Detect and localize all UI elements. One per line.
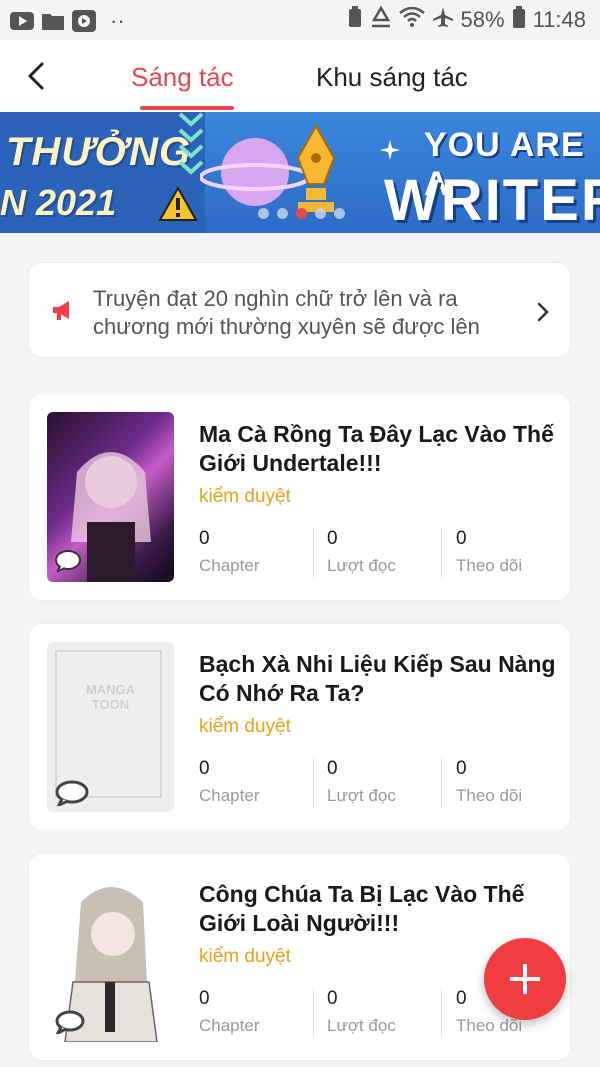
stat-label: Chapter (199, 1016, 260, 1035)
stat-value: 0 (456, 758, 467, 779)
placeholder-frame (55, 650, 162, 798)
stat-label: Lượt đọc (327, 1016, 396, 1035)
stat-value: 0 (327, 758, 338, 779)
story-status: kiểm duyệt (199, 486, 291, 507)
story-status: kiểm duyệt (199, 946, 291, 967)
pen-trophy-icon (296, 124, 336, 212)
stat-value: 0 (199, 988, 210, 1009)
stat-divider (313, 528, 314, 578)
battery-level: 58% (460, 7, 505, 32)
back-arrow-icon (28, 62, 44, 90)
stat-reads: 0 Lượt đọc (327, 758, 447, 806)
story-cover-image (47, 872, 174, 1042)
banner-year-text: N 2021 (0, 182, 117, 223)
story-title: Công Chúa Ta Bị Lạc Vào Thế Giới Loài Ng… (199, 881, 525, 936)
wifi-icon (398, 6, 425, 33)
story-card[interactable]: Ma Cà Rồng Ta Đây Lạc Vào Thế Giới Under… (28, 393, 571, 601)
warning-icon (158, 186, 198, 221)
stat-label: Theo dõi (456, 786, 523, 805)
pagination-dot[interactable] (334, 208, 345, 219)
story-stats: 0 Chapter 0 Lượt đọc 0 Theo dõi (199, 528, 559, 578)
comment-bubble-icon (55, 780, 89, 811)
comment-bubble-icon (55, 550, 81, 577)
folder-icon (42, 12, 64, 30)
stat-value: 0 (199, 758, 210, 779)
stat-label: Theo dõi (456, 556, 523, 575)
banner-pagination (258, 208, 345, 219)
stat-value: 0 (456, 528, 467, 549)
tab-khu-sang-tac[interactable]: Khu sáng tác (316, 62, 468, 93)
status-bar: ·· 58% 11:48 (0, 0, 600, 40)
app-header: Sáng tác Khu sáng tác (0, 40, 600, 112)
battery-saver-icon (347, 6, 363, 34)
banner-reward-text: THƯỞNG (6, 130, 192, 174)
stat-chapters: 0 Chapter (199, 528, 319, 576)
stat-follows: 0 Theo dõi (456, 528, 576, 576)
stat-follows: 0 Theo dõi (456, 758, 576, 806)
stat-value: 0 (327, 988, 338, 1009)
chevron-right-icon (535, 301, 551, 328)
stat-divider (313, 758, 314, 808)
star-icon (380, 140, 400, 160)
pagination-dot[interactable] (277, 208, 288, 219)
banner-writer-text: WRITER (384, 168, 600, 233)
more-notifications-indicator: ·· (110, 8, 125, 33)
story-cover-image (47, 412, 174, 582)
placeholder-logo-line1: MANGA (85, 682, 136, 697)
tab-sang-tac[interactable]: Sáng tác (131, 62, 234, 93)
back-button[interactable] (20, 58, 56, 94)
placeholder-logo: MANGA TOON (47, 682, 174, 712)
megaphone-icon (51, 299, 75, 326)
stat-chapters: 0 Chapter (199, 988, 319, 1036)
stat-label: Chapter (199, 556, 260, 575)
plus-icon (510, 964, 540, 999)
airplane-icon (432, 6, 454, 34)
stat-value: 0 (199, 528, 210, 549)
story-title: Bạch Xà Nhi Liệu Kiếp Sau Nàng Có Nhớ Ra… (199, 651, 556, 706)
story-status: kiểm duyệt (199, 716, 291, 737)
stat-divider (441, 988, 442, 1038)
stat-divider (441, 528, 442, 578)
stat-label: Lượt đọc (327, 556, 396, 575)
battery-icon (512, 6, 526, 34)
placeholder-logo-line2: TOON (91, 697, 130, 712)
stat-value: 0 (327, 528, 338, 549)
story-cover-placeholder: MANGA TOON (47, 642, 174, 812)
pagination-dot[interactable] (258, 208, 269, 219)
story-stats: 0 Chapter 0 Lượt đọc 0 Theo dõi (199, 758, 559, 808)
stat-reads: 0 Lượt đọc (327, 988, 447, 1036)
stat-label: Lượt đọc (327, 786, 396, 805)
story-title: Ma Cà Rồng Ta Đây Lạc Vào Thế Giới Under… (199, 421, 554, 476)
notice-text: Truyện đạt 20 nghìn chữ trở lên và ra ch… (93, 286, 480, 339)
notice-card[interactable]: Truyện đạt 20 nghìn chữ trở lên và ra ch… (28, 262, 571, 358)
create-story-fab[interactable] (484, 938, 566, 1020)
recycle-icon (370, 5, 392, 34)
stat-divider (441, 758, 442, 808)
pagination-dot-active[interactable] (296, 208, 307, 219)
comment-bubble-icon (54, 1010, 85, 1039)
stat-reads: 0 Lượt đọc (327, 528, 447, 576)
story-card[interactable]: MANGA TOON Bạch Xà Nhi Liệu Kiếp Sau Nàn… (28, 623, 571, 831)
stat-chapters: 0 Chapter (199, 758, 319, 806)
active-tab-indicator (140, 106, 234, 110)
stat-label: Chapter (199, 786, 260, 805)
pagination-dot[interactable] (315, 208, 326, 219)
youtube-icon (10, 12, 34, 30)
app-notification-icon (72, 10, 96, 32)
stat-divider (313, 988, 314, 1038)
clock: 11:48 (532, 7, 586, 32)
